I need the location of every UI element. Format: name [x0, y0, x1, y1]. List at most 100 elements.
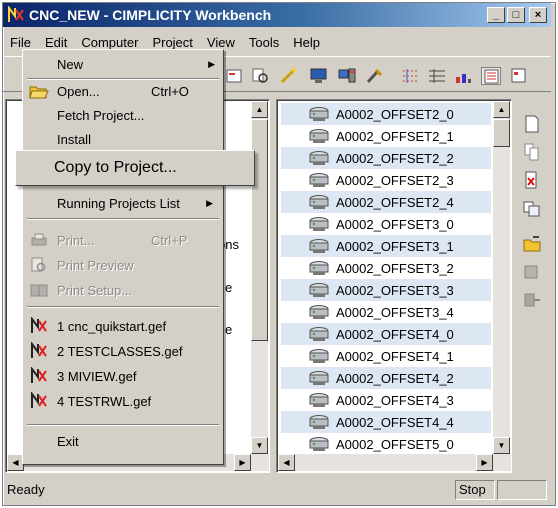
object-list-item[interactable]: A0002_OFFSET2_3 [281, 169, 491, 191]
disabled-tool-icon[interactable] [522, 262, 542, 282]
menu-item-copy-to-project[interactable]: Copy to Project... [15, 150, 255, 186]
sort-icon[interactable] [453, 67, 473, 85]
right-vertical-scrollbar[interactable]: ▲ ▼ [493, 101, 510, 454]
object-label: A0002_OFFSET4_0 [336, 326, 454, 342]
print-setup-icon [29, 281, 49, 299]
grid-icon[interactable] [401, 67, 421, 85]
menu-project[interactable]: Project [145, 35, 199, 50]
table-icon[interactable] [427, 67, 447, 85]
object-label: A0002_OFFSET2_2 [336, 150, 454, 166]
duplicate-icon[interactable] [522, 198, 542, 218]
object-label: A0002_OFFSET4_2 [336, 370, 454, 386]
device-object-icon [307, 413, 331, 431]
menu-view[interactable]: View [200, 35, 242, 50]
menu-item-print[interactable]: Print... Ctrl+P [23, 228, 223, 252]
list-view-icon[interactable] [509, 67, 529, 85]
menu-edit[interactable]: Edit [38, 35, 74, 50]
file-menu: New ▶ Open... Ctrl+O Fetch Project... In… [22, 49, 224, 465]
object-label: A0002_OFFSET4_3 [336, 392, 454, 408]
screen-icon[interactable] [309, 67, 329, 85]
delete-icon[interactable] [522, 170, 542, 190]
device-object-icon [307, 347, 331, 365]
device-object-icon [307, 105, 331, 123]
menu-item-install[interactable]: Install [23, 127, 223, 151]
device-object-icon [307, 237, 331, 255]
export-icon[interactable] [522, 290, 542, 310]
object-list-item[interactable]: A0002_OFFSET3_4 [281, 301, 491, 323]
menu-item-fetch-project[interactable]: Fetch Project... [23, 103, 223, 127]
scroll-right-button[interactable]: ▶ [234, 454, 251, 471]
menu-help[interactable]: Help [286, 35, 327, 50]
device-object-icon [307, 281, 331, 299]
print-preview-icon [29, 256, 49, 274]
object-label: A0002_OFFSET2_1 [336, 128, 454, 144]
object-list-item[interactable]: A0002_OFFSET2_4 [281, 191, 491, 213]
object-list-item[interactable]: A0002_OFFSET3_2 [281, 257, 491, 279]
menu-item-recent-file[interactable]: 1 cnc_quikstart.gef [23, 314, 223, 338]
menu-item-recent-file[interactable]: 3 MIVIEW.gef [23, 364, 223, 388]
object-list-pane: A0002_OFFSET2_0 A0002_OFFSET2_1 A0002_OFFS… [276, 99, 512, 473]
scroll-down-button[interactable]: ▼ [493, 437, 510, 454]
menu-item-print-preview[interactable]: Print Preview [23, 253, 223, 277]
object-label: A0002_OFFSET2_4 [336, 194, 454, 210]
submenu-arrow-icon: ▶ [208, 58, 215, 69]
object-label: A0002_OFFSET3_2 [336, 260, 454, 276]
scroll-up-button[interactable]: ▲ [493, 101, 510, 118]
menu-tools[interactable]: Tools [242, 35, 286, 50]
scroll-down-button[interactable]: ▼ [251, 437, 268, 454]
menu-file[interactable]: File [3, 35, 38, 50]
menu-item-exit[interactable]: Exit [23, 429, 223, 453]
object-list-item[interactable]: A0002_OFFSET4_1 [281, 345, 491, 367]
status-panel [497, 480, 547, 500]
scroll-left-button[interactable]: ◀ [278, 454, 295, 471]
new-document-icon[interactable] [522, 114, 542, 134]
object-list-item[interactable]: A0002_OFFSET3_0 [281, 213, 491, 235]
computer-icon[interactable] [337, 67, 357, 85]
object-label: A0002_OFFSET3_0 [336, 216, 454, 232]
maximize-button[interactable]: □ [507, 7, 525, 23]
object-list-item[interactable]: A0002_OFFSET4_4 [281, 411, 491, 433]
object-list-item[interactable]: A0002_OFFSET3_1 [281, 235, 491, 257]
device-object-icon [307, 369, 331, 387]
object-list-item[interactable]: A0002_OFFSET2_0 [281, 103, 491, 125]
device-object-icon [307, 259, 331, 277]
menu-item-running-projects-list[interactable]: Running Projects List ▶ [23, 191, 223, 215]
properties-icon[interactable] [225, 67, 245, 85]
object-list-item[interactable]: A0002_OFFSET2_2 [281, 147, 491, 169]
status-bar: Ready Stop [3, 478, 551, 502]
menu-item-open[interactable]: Open... Ctrl+O [23, 79, 223, 103]
tools-icon[interactable] [365, 67, 385, 85]
close-button[interactable]: × [529, 7, 547, 23]
object-list-item[interactable]: A0002_OFFSET4_0 [281, 323, 491, 345]
object-list-item[interactable]: A0002_OFFSET4_3 [281, 389, 491, 411]
menu-item-new[interactable]: New ▶ [23, 52, 223, 76]
window-title: CNC_NEW - CIMPLICITY Workbench [29, 7, 272, 23]
scroll-thumb[interactable] [493, 119, 510, 147]
open-folder-icon[interactable] [522, 234, 542, 254]
details-view-icon[interactable] [481, 67, 501, 85]
menu-item-recent-file[interactable]: 4 TESTRWL.gef [23, 389, 223, 413]
object-list-item[interactable]: A0002_OFFSET2_1 [281, 125, 491, 147]
menu-item-print-setup[interactable]: Print Setup... [23, 278, 223, 302]
object-list-item[interactable]: A0002_OFFSET4_2 [281, 367, 491, 389]
object-list-item[interactable]: A0002_OFFSET5_0 [281, 433, 491, 455]
right-horizontal-scrollbar[interactable]: ◀ ▶ [278, 454, 511, 471]
status-mode: Stop [455, 480, 495, 500]
print-icon [29, 231, 49, 249]
title-bar: CNC_NEW - CIMPLICITY Workbench _ □ × [3, 3, 551, 27]
device-object-icon [307, 391, 331, 409]
status-text: Ready [7, 482, 45, 497]
menu-computer[interactable]: Computer [74, 35, 145, 50]
object-list-item[interactable]: A0002_OFFSET3_3 [281, 279, 491, 301]
object-label: A0002_OFFSET3_4 [336, 304, 454, 320]
scroll-up-button[interactable]: ▲ [251, 101, 268, 118]
menu-item-recent-file[interactable]: 2 TESTCLASSES.gef [23, 339, 223, 363]
copy-icon[interactable] [522, 142, 542, 162]
object-label: A0002_OFFSET3_3 [336, 282, 454, 298]
scroll-right-button[interactable]: ▶ [476, 454, 493, 471]
menu-separator [27, 218, 219, 220]
tree-text-fragment: e [225, 322, 233, 337]
minimize-button[interactable]: _ [487, 7, 505, 23]
find-icon[interactable] [251, 67, 271, 85]
wand-icon[interactable] [279, 67, 299, 85]
